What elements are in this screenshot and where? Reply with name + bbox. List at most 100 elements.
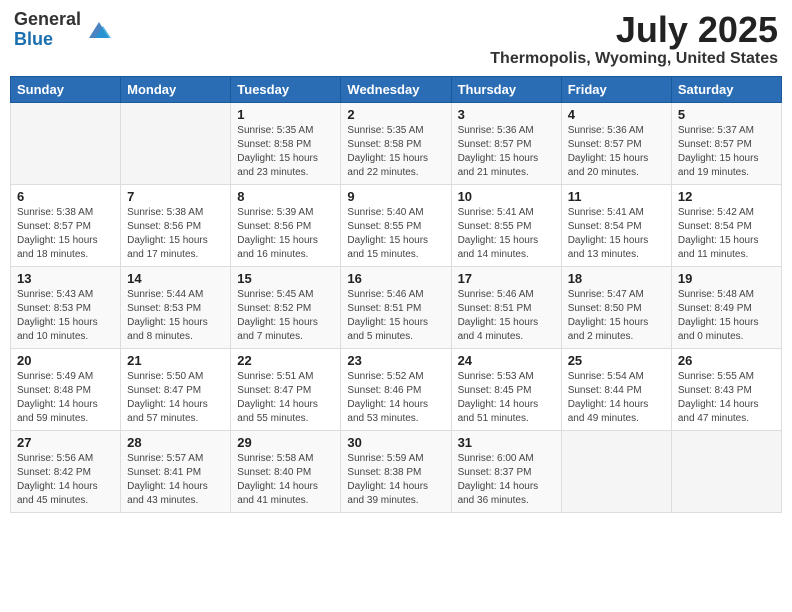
calendar-cell: 30 Sunrise: 5:59 AM Sunset: 8:38 PM Dayli… — [341, 430, 451, 512]
calendar-week-row: 1 Sunrise: 5:35 AM Sunset: 8:58 PM Daylig… — [11, 102, 782, 184]
day-info: Sunrise: 5:55 AM Sunset: 8:43 PM Dayligh… — [678, 370, 775, 426]
calendar-cell: 25 Sunrise: 5:54 AM Sunset: 8:44 PM Dayli… — [561, 348, 671, 430]
calendar-cell: 19 Sunrise: 5:48 AM Sunset: 8:49 PM Dayli… — [671, 266, 781, 348]
calendar-week-row: 27 Sunrise: 5:56 AM Sunset: 8:42 PM Dayli… — [11, 430, 782, 512]
calendar-header-row: SundayMondayTuesdayWednesdayThursdayFrid… — [11, 76, 782, 102]
calendar-cell — [561, 430, 671, 512]
calendar-cell: 17 Sunrise: 5:46 AM Sunset: 8:51 PM Dayli… — [451, 266, 561, 348]
logo-icon — [85, 16, 113, 44]
calendar-cell: 31 Sunrise: 6:00 AM Sunset: 8:37 PM Dayli… — [451, 430, 561, 512]
calendar-cell — [121, 102, 231, 184]
day-of-week-header: Saturday — [671, 76, 781, 102]
calendar-week-row: 6 Sunrise: 5:38 AM Sunset: 8:57 PM Daylig… — [11, 184, 782, 266]
day-number: 2 — [347, 107, 444, 122]
day-info: Sunrise: 5:38 AM Sunset: 8:57 PM Dayligh… — [17, 206, 114, 262]
day-number: 31 — [458, 435, 555, 450]
day-info: Sunrise: 5:38 AM Sunset: 8:56 PM Dayligh… — [127, 206, 224, 262]
day-info: Sunrise: 5:46 AM Sunset: 8:51 PM Dayligh… — [458, 288, 555, 344]
day-number: 27 — [17, 435, 114, 450]
day-info: Sunrise: 5:46 AM Sunset: 8:51 PM Dayligh… — [347, 288, 444, 344]
calendar-cell — [671, 430, 781, 512]
calendar-week-row: 20Sunrise: 5:49 AM Sunset: 8:48 PM Dayli… — [11, 348, 782, 430]
calendar-cell: 20Sunrise: 5:49 AM Sunset: 8:48 PM Dayli… — [11, 348, 121, 430]
calendar-cell: 27 Sunrise: 5:56 AM Sunset: 8:42 PM Dayli… — [11, 430, 121, 512]
calendar-cell: 23 Sunrise: 5:52 AM Sunset: 8:46 PM Dayli… — [341, 348, 451, 430]
day-number: 28 — [127, 435, 224, 450]
day-info: Sunrise: 5:52 AM Sunset: 8:46 PM Dayligh… — [347, 370, 444, 426]
logo: General Blue — [14, 10, 113, 50]
day-of-week-header: Thursday — [451, 76, 561, 102]
calendar-cell: 3 Sunrise: 5:36 AM Sunset: 8:57 PM Daylig… — [451, 102, 561, 184]
calendar-cell — [11, 102, 121, 184]
day-info: Sunrise: 5:58 AM Sunset: 8:40 PM Dayligh… — [237, 452, 334, 508]
day-number: 18 — [568, 271, 665, 286]
day-number: 15 — [237, 271, 334, 286]
day-number: 1 — [237, 107, 334, 122]
calendar-cell: 14 Sunrise: 5:44 AM Sunset: 8:53 PM Dayli… — [121, 266, 231, 348]
day-info: Sunrise: 5:35 AM Sunset: 8:58 PM Dayligh… — [237, 124, 334, 180]
day-number: 5 — [678, 107, 775, 122]
day-number: 29 — [237, 435, 334, 450]
calendar-table: SundayMondayTuesdayWednesdayThursdayFrid… — [10, 76, 782, 513]
day-info: Sunrise: 5:48 AM Sunset: 8:49 PM Dayligh… — [678, 288, 775, 344]
day-info: Sunrise: 5:50 AM Sunset: 8:47 PM Dayligh… — [127, 370, 224, 426]
day-info: Sunrise: 5:53 AM Sunset: 8:45 PM Dayligh… — [458, 370, 555, 426]
day-of-week-header: Tuesday — [231, 76, 341, 102]
day-info: Sunrise: 5:41 AM Sunset: 8:55 PM Dayligh… — [458, 206, 555, 262]
day-info: Sunrise: 5:47 AM Sunset: 8:50 PM Dayligh… — [568, 288, 665, 344]
calendar-cell: 6 Sunrise: 5:38 AM Sunset: 8:57 PM Daylig… — [11, 184, 121, 266]
calendar-cell: 7 Sunrise: 5:38 AM Sunset: 8:56 PM Daylig… — [121, 184, 231, 266]
day-info: Sunrise: 5:45 AM Sunset: 8:52 PM Dayligh… — [237, 288, 334, 344]
calendar-title: July 2025 — [490, 10, 778, 50]
day-info: Sunrise: 5:35 AM Sunset: 8:58 PM Dayligh… — [347, 124, 444, 180]
day-info: Sunrise: 6:00 AM Sunset: 8:37 PM Dayligh… — [458, 452, 555, 508]
day-number: 23 — [347, 353, 444, 368]
day-number: 7 — [127, 189, 224, 204]
day-number: 25 — [568, 353, 665, 368]
calendar-cell: 29 Sunrise: 5:58 AM Sunset: 8:40 PM Dayli… — [231, 430, 341, 512]
calendar-cell: 11Sunrise: 5:41 AM Sunset: 8:54 PM Dayli… — [561, 184, 671, 266]
calendar-cell: 26Sunrise: 5:55 AM Sunset: 8:43 PM Dayli… — [671, 348, 781, 430]
day-number: 20 — [17, 353, 114, 368]
day-of-week-header: Sunday — [11, 76, 121, 102]
day-number: 30 — [347, 435, 444, 450]
day-info: Sunrise: 5:39 AM Sunset: 8:56 PM Dayligh… — [237, 206, 334, 262]
day-info: Sunrise: 5:59 AM Sunset: 8:38 PM Dayligh… — [347, 452, 444, 508]
logo-general-text: General — [14, 10, 81, 30]
day-number: 6 — [17, 189, 114, 204]
calendar-cell: 2 Sunrise: 5:35 AM Sunset: 8:58 PM Daylig… — [341, 102, 451, 184]
day-number: 22 — [237, 353, 334, 368]
calendar-cell: 12 Sunrise: 5:42 AM Sunset: 8:54 PM Dayli… — [671, 184, 781, 266]
calendar-cell: 9 Sunrise: 5:40 AM Sunset: 8:55 PM Daylig… — [341, 184, 451, 266]
calendar-cell: 22 Sunrise: 5:51 AM Sunset: 8:47 PM Dayli… — [231, 348, 341, 430]
day-number: 12 — [678, 189, 775, 204]
day-info: Sunrise: 5:56 AM Sunset: 8:42 PM Dayligh… — [17, 452, 114, 508]
day-number: 19 — [678, 271, 775, 286]
day-info: Sunrise: 5:57 AM Sunset: 8:41 PM Dayligh… — [127, 452, 224, 508]
calendar-cell: 15 Sunrise: 5:45 AM Sunset: 8:52 PM Dayli… — [231, 266, 341, 348]
day-info: Sunrise: 5:40 AM Sunset: 8:55 PM Dayligh… — [347, 206, 444, 262]
calendar-cell: 18 Sunrise: 5:47 AM Sunset: 8:50 PM Dayli… — [561, 266, 671, 348]
day-number: 16 — [347, 271, 444, 286]
day-number: 11 — [568, 189, 665, 204]
day-of-week-header: Wednesday — [341, 76, 451, 102]
page-header: General Blue July 2025 Thermopolis, Wyom… — [10, 10, 782, 68]
day-number: 9 — [347, 189, 444, 204]
day-info: Sunrise: 5:51 AM Sunset: 8:47 PM Dayligh… — [237, 370, 334, 426]
day-number: 17 — [458, 271, 555, 286]
day-info: Sunrise: 5:42 AM Sunset: 8:54 PM Dayligh… — [678, 206, 775, 262]
calendar-cell: 10Sunrise: 5:41 AM Sunset: 8:55 PM Dayli… — [451, 184, 561, 266]
calendar-cell: 4Sunrise: 5:36 AM Sunset: 8:57 PM Daylig… — [561, 102, 671, 184]
day-of-week-header: Friday — [561, 76, 671, 102]
day-info: Sunrise: 5:36 AM Sunset: 8:57 PM Dayligh… — [458, 124, 555, 180]
day-number: 14 — [127, 271, 224, 286]
logo-blue-text: Blue — [14, 30, 81, 50]
day-info: Sunrise: 5:54 AM Sunset: 8:44 PM Dayligh… — [568, 370, 665, 426]
calendar-cell: 13Sunrise: 5:43 AM Sunset: 8:53 PM Dayli… — [11, 266, 121, 348]
calendar-cell: 28 Sunrise: 5:57 AM Sunset: 8:41 PM Dayli… — [121, 430, 231, 512]
day-info: Sunrise: 5:44 AM Sunset: 8:53 PM Dayligh… — [127, 288, 224, 344]
calendar-week-row: 13Sunrise: 5:43 AM Sunset: 8:53 PM Dayli… — [11, 266, 782, 348]
day-number: 8 — [237, 189, 334, 204]
day-number: 4 — [568, 107, 665, 122]
day-number: 3 — [458, 107, 555, 122]
